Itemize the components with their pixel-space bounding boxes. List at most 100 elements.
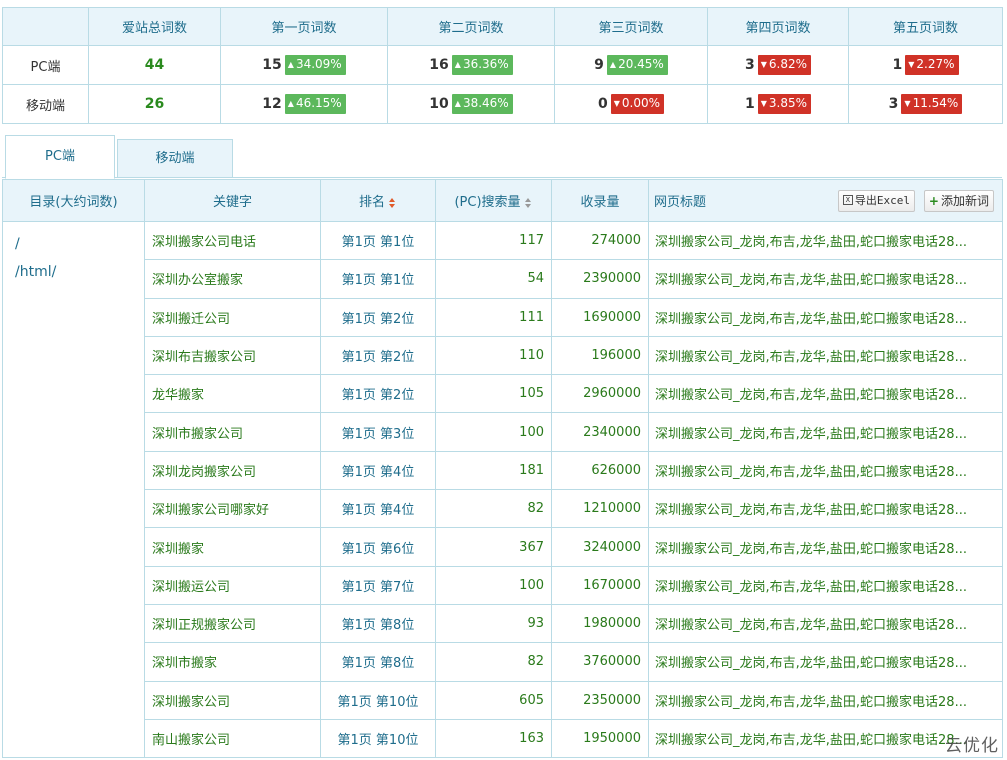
page-title-cell[interactable]: 深圳搬家公司_龙岗,布吉,龙华,盐田,蛇口搬家电话28... (648, 297, 1003, 337)
rank-cell: 第1页 第2位 (320, 297, 436, 337)
indexed-count-cell: 1980000 (551, 603, 649, 644)
summary-header-row: 爱站总词数 第一页词数 第二页词数 第三页词数 第四页词数 第五页词数 (2, 7, 1003, 46)
percent-badge: ▼ 0.00% (610, 94, 665, 114)
header-title: 网页标题 X 导出Excel + 添加新词 (648, 179, 1003, 222)
arrow-up-icon: ▲ (287, 99, 294, 108)
header-volume[interactable]: (PC)搜索量 (435, 179, 552, 222)
page-title-cell[interactable]: 深圳搬家公司_龙岗,布吉,龙华,盐田,蛇口搬家电话28... (648, 450, 1003, 491)
page-title-cell[interactable]: 深圳搬家公司_龙岗,布吉,龙华,盐田,蛇口搬家电话28... (648, 603, 1003, 644)
keyword-cell[interactable]: 深圳搬家 (144, 527, 321, 567)
keyword-cell[interactable]: 深圳市搬家 (144, 642, 321, 682)
keyword-cell[interactable]: 深圳搬家公司 (144, 680, 321, 720)
page-title-cell[interactable]: 深圳搬家公司_龙岗,布吉,龙华,盐田,蛇口搬家电话28... (648, 220, 1003, 261)
summary-page-cell: 15 ▲ 34.09% (220, 45, 388, 85)
arrow-up-icon: ▲ (609, 60, 617, 69)
percent-value: 11.54% (912, 96, 959, 110)
page-title-cell[interactable]: 深圳搬家公司_龙岗,布吉,龙华,盐田,蛇口搬家电话28... (648, 374, 1003, 414)
keyword-cell[interactable]: 深圳正规搬家公司 (144, 603, 321, 644)
keyword-cell[interactable]: 深圳搬家公司哪家好 (144, 489, 321, 529)
directory-link[interactable]: /html/ (15, 264, 144, 280)
indexed-count-cell: 626000 (551, 450, 649, 491)
page-title-cell[interactable]: 深圳搬家公司_龙岗,布吉,龙华,盐田,蛇口搬家电话28... (648, 680, 1003, 720)
total-count: 26 (144, 96, 165, 112)
keyword-cell[interactable]: 深圳搬运公司 (144, 565, 321, 605)
indexed-count-cell: 1690000 (551, 297, 649, 337)
search-volume-cell: 100 (435, 565, 552, 605)
indexed-count-cell: 3240000 (551, 527, 649, 567)
arrow-down-icon: ▼ (904, 99, 911, 108)
indexed-count-cell: 196000 (551, 335, 649, 376)
keyword-cell[interactable]: 深圳搬家公司电话 (144, 220, 321, 261)
search-volume-cell: 54 (435, 259, 552, 299)
header-rank-label: 排名 (358, 195, 385, 210)
percent-badge: ▲ 46.15% (284, 94, 346, 114)
summary-page-cell: 0 ▼ 0.00% (554, 84, 708, 124)
percent-value: 3.85% (768, 96, 808, 110)
keyword-cell[interactable]: 深圳布吉搬家公司 (144, 335, 321, 376)
sort-volume-icon[interactable] (524, 197, 533, 208)
arrow-up-icon: ▲ (454, 99, 461, 108)
keyword-cell[interactable]: 深圳市搬家公司 (144, 412, 321, 452)
percent-badge: ▲ 34.09% (284, 55, 346, 75)
header-rank[interactable]: 排名 (320, 179, 436, 222)
summary-page-cell: 1 ▼ 2.27% (848, 45, 1003, 85)
rank-cell: 第1页 第10位 (320, 680, 436, 720)
keyword-cell[interactable]: 深圳龙岗搬家公司 (144, 450, 321, 491)
table-row: 深圳搬迁公司 第1页 第2位 111 1690000 深圳搬家公司_龙岗,布吉,龙华,盐… (3, 297, 1003, 337)
page-title-cell[interactable]: 深圳搬家公司_龙岗,布吉,龙华,盐田,蛇口搬家电话28... (648, 527, 1003, 567)
table-row: 南山搬家公司 第1页 第10位 163 1950000 深圳搬家公司_龙岗,布吉,龙华,… (3, 718, 1003, 759)
percent-value: 2.27% (916, 57, 955, 71)
indexed-count-cell: 2340000 (551, 412, 649, 452)
watermark-logo: 云优化 (945, 736, 999, 756)
percent-badge: ▲ 20.45% (606, 55, 668, 75)
arrow-up-icon: ▲ (287, 60, 294, 69)
summary-page-cell: 3 ▼ 6.82% (707, 45, 849, 85)
page-title-cell[interactable]: 深圳搬家公司_龙岗,布吉,龙华,盐田,蛇口搬家电话28... (648, 259, 1003, 299)
rank-cell: 第1页 第8位 (320, 642, 436, 682)
arrow-down-icon: ▼ (908, 60, 915, 69)
page-title-cell[interactable]: 深圳搬家公司_龙岗,布吉,龙华,盐田,蛇口搬家电话28... (648, 489, 1003, 529)
tab-mobile[interactable]: 移动端 (117, 139, 233, 178)
page-count: 9 (594, 56, 604, 73)
summary-row-label: 移动端 (2, 84, 89, 124)
percent-badge: ▲ 38.46% (451, 94, 513, 114)
keyword-cell[interactable]: 南山搬家公司 (144, 718, 321, 759)
summary-row-label: PC端 (2, 45, 89, 85)
summary-page-cell: 1 ▼ 3.85% (707, 84, 849, 124)
page-count: 1 (744, 95, 755, 112)
sort-rank-icon[interactable] (389, 197, 397, 208)
header-title-label: 网页标题 (654, 195, 707, 210)
keyword-cell[interactable]: 龙华搬家 (144, 374, 321, 414)
page-title-cell[interactable]: 深圳搬家公司_龙岗,布吉,龙华,盐田,蛇口搬家电话28... (648, 642, 1003, 682)
page-title-cell[interactable]: 深圳搬家公司_龙岗,布吉,龙华,盐田,蛇口搬家电话28... (648, 335, 1003, 376)
directory-link[interactable]: / (15, 236, 144, 252)
add-keyword-button[interactable]: + 添加新词 (923, 190, 994, 212)
percent-value: 46.15% (295, 96, 342, 110)
percent-value: 36.36% (462, 57, 509, 71)
directory-cell: / /html/ (2, 220, 145, 759)
total-count: 44 (144, 57, 165, 73)
page-title-cell[interactable]: 深圳搬家公司_龙岗,布吉,龙华,盐田,蛇口搬家电话28... (648, 412, 1003, 452)
summary-row: 移动端 26 12 ▲ 46.15% 10 ▲ 38.46% 0 ▼ 0.00% 1 ▼ 3.85% 3 ▼ 1… (2, 84, 1003, 124)
keyword-header-row: 目录(大约词数) 关键字 排名 (PC)搜索量 收录量 网页标题 X 导出Exce… (2, 179, 1003, 222)
summary-total-cell: 44 (88, 45, 221, 85)
table-row: 深圳搬家 第1页 第6位 367 3240000 深圳搬家公司_龙岗,布吉,龙华,盐田,… (3, 527, 1003, 567)
tab-pc[interactable]: PC端 (5, 135, 115, 179)
keyword-cell[interactable]: 深圳搬迁公司 (144, 297, 321, 337)
indexed-count-cell: 274000 (551, 220, 649, 261)
search-volume-cell: 117 (435, 220, 552, 261)
excel-icon: X (842, 195, 853, 205)
percent-value: 34.09% (295, 57, 342, 71)
table-row: 深圳办公室搬家 第1页 第1位 54 2390000 深圳搬家公司_龙岗,布吉,龙华,盐… (3, 259, 1003, 299)
page-title-cell[interactable]: 深圳搬家公司_龙岗,布吉,龙华,盐田,蛇口搬家电话28... (648, 565, 1003, 605)
keyword-cell[interactable]: 深圳办公室搬家 (144, 259, 321, 299)
rank-cell: 第1页 第6位 (320, 527, 436, 567)
page-count: 16 (429, 56, 449, 73)
table-row: 深圳搬家公司哪家好 第1页 第4位 82 1210000 深圳搬家公司_龙岗,布吉,龙华… (3, 489, 1003, 529)
export-excel-button[interactable]: X 导出Excel (837, 190, 915, 212)
arrow-down-icon: ▼ (760, 99, 767, 108)
page-count: 12 (262, 95, 282, 112)
summary-table: 爱站总词数 第一页词数 第二页词数 第三页词数 第四页词数 第五页词数 PC端 4… (2, 7, 1003, 124)
summary-row: PC端 44 15 ▲ 34.09% 16 ▲ 36.36% 9 ▲ 20.45% 3 ▼ 6.82% 1 ▼… (2, 45, 1003, 85)
summary-header-page2: 第二页词数 (387, 7, 555, 46)
